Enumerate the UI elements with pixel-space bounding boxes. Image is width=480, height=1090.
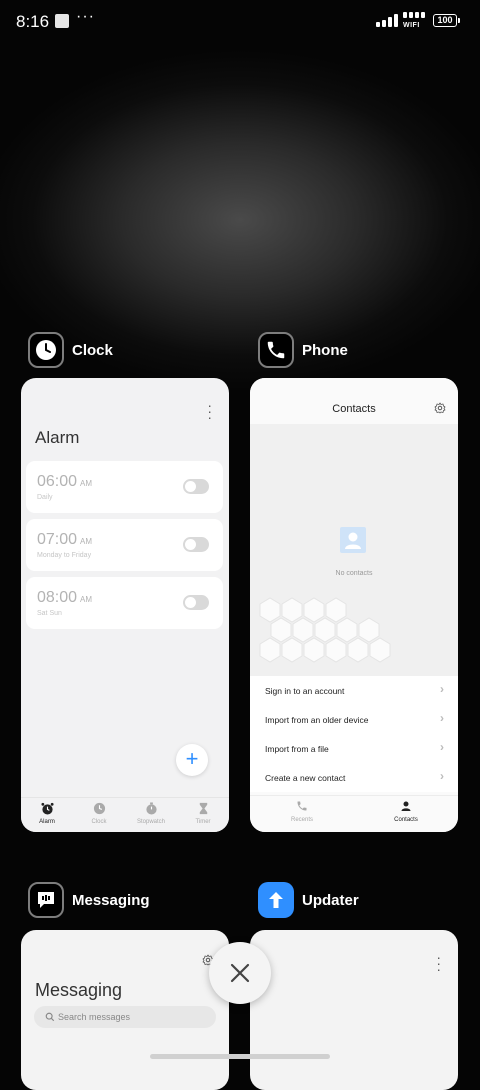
alarm-ampm: AM [80, 595, 93, 604]
contacts-empty-area: No contacts [250, 424, 458, 676]
alarm-row[interactable]: 07:00 AM Monday to Friday [26, 519, 223, 571]
contacts-header: Contacts [250, 378, 458, 424]
status-time: 8:16 [16, 12, 50, 31]
search-messages-input[interactable]: Search messages [34, 1006, 216, 1028]
contacts-title: Contacts [332, 403, 376, 415]
nav-label: Contacts [394, 817, 418, 823]
nav-timer[interactable]: Timer [177, 798, 229, 832]
alarm-row[interactable]: 08:00 AM Sat Sun [26, 577, 223, 629]
alarm-title: Alarm [35, 428, 80, 447]
app-title-phone: Phone [302, 341, 348, 359]
alarm-toggle[interactable] [183, 479, 209, 494]
search-icon [45, 1012, 55, 1022]
app-title-messaging: Messaging [72, 891, 150, 909]
clock-bottom-nav: Alarm Clock Stopwatch Timer [21, 797, 229, 832]
app-title-clock: Clock [72, 341, 113, 359]
sign-in-account-row[interactable]: Sign in to an account › [250, 676, 458, 705]
close-all-apps-button[interactable] [209, 942, 271, 1004]
alarm-time: 08:00 [37, 589, 78, 606]
create-contact-row[interactable]: Create a new contact › [250, 763, 458, 792]
import-older-device-row[interactable]: Import from an older device › [250, 705, 458, 734]
chevron-right-icon: › [440, 740, 444, 754]
notification-icon [55, 14, 69, 28]
chevron-right-icon: › [440, 711, 444, 725]
add-alarm-button[interactable]: + [176, 744, 208, 776]
signal-icon [376, 14, 398, 27]
clock-app-icon[interactable] [28, 332, 64, 368]
phone-app-icon[interactable] [258, 332, 294, 368]
list-row-label: Sign in to an account [265, 686, 345, 696]
app-header-phone[interactable]: Phone [258, 332, 348, 368]
more-notifications-icon: ··· [76, 8, 95, 25]
phone-app-card[interactable]: Contacts No contacts Sign in to an accou… [250, 378, 458, 832]
contact-placeholder-icon [340, 527, 366, 553]
clock-app-card[interactable]: · · · Alarm 06:00 AM Daily 07:00 AM Monday t… [21, 378, 229, 832]
nav-label: Timer [195, 819, 211, 825]
alarm-toggle[interactable] [183, 595, 209, 610]
clock-icon [36, 340, 56, 360]
alarm-repeat: Monday to Friday [37, 552, 92, 559]
app-header-clock[interactable]: Clock [28, 332, 113, 368]
hexagon-pattern-decoration [259, 597, 391, 663]
alarm-time: 07:00 [37, 531, 78, 548]
nav-contacts[interactable]: Contacts [354, 796, 458, 832]
messaging-app-icon[interactable] [28, 882, 64, 918]
search-placeholder: Search messages [58, 1012, 131, 1022]
nav-label: Alarm [39, 819, 55, 825]
alarm-time: 06:00 [37, 473, 78, 490]
alarm-ampm: AM [80, 537, 93, 546]
arrow-up-icon [269, 892, 283, 908]
list-row-label: Import from a file [265, 744, 329, 754]
alarm-icon [40, 802, 54, 815]
messaging-title: Messaging [35, 980, 123, 1000]
list-row-label: Import from an older device [265, 715, 369, 725]
settings-gear-icon[interactable] [434, 402, 446, 414]
updater-app-card[interactable]: · · · [250, 930, 458, 1090]
messaging-app-card[interactable]: Messaging Search messages [21, 930, 229, 1090]
alarm-ampm: AM [80, 479, 93, 488]
phone-bottom-nav: Recents Contacts [250, 795, 458, 832]
contacts-action-list: Sign in to an account › Import from an ol… [250, 676, 458, 792]
close-icon [230, 963, 250, 983]
nav-label: Clock [91, 819, 107, 825]
more-options-icon[interactable]: · · · [207, 398, 212, 424]
chevron-right-icon: › [440, 682, 444, 696]
more-options-icon[interactable]: · · · [436, 950, 441, 976]
nav-alarm[interactable]: Alarm [21, 798, 73, 832]
nav-label: Stopwatch [136, 819, 166, 825]
battery-icon: 100 [433, 14, 460, 27]
chevron-right-icon: › [440, 769, 444, 783]
chat-bubble-icon [38, 892, 54, 908]
alarm-toggle[interactable] [183, 537, 209, 552]
wifi-icon [403, 12, 425, 18]
nav-recents[interactable]: Recents [250, 796, 354, 832]
nav-clock[interactable]: Clock [73, 798, 125, 832]
stopwatch-icon [145, 802, 157, 815]
nav-stopwatch[interactable]: Stopwatch [125, 798, 177, 832]
app-header-messaging[interactable]: Messaging [28, 882, 150, 918]
hourglass-icon [199, 802, 207, 815]
nav-label: Recents [290, 817, 313, 823]
alarm-repeat: Sat Sun [37, 610, 62, 617]
phone-icon [267, 341, 285, 359]
home-indicator[interactable] [150, 1054, 330, 1059]
phone-icon [297, 801, 307, 811]
person-icon [401, 801, 411, 811]
updater-app-icon[interactable] [258, 882, 294, 918]
clock-icon [93, 802, 105, 815]
app-header-updater[interactable]: Updater [258, 882, 359, 918]
import-from-file-row[interactable]: Import from a file › [250, 734, 458, 763]
wifi-label: WIFI [403, 22, 420, 29]
status-bar: 8:16 ··· WIFI 100 [0, 0, 480, 44]
app-title-updater: Updater [302, 891, 359, 909]
alarm-row[interactable]: 06:00 AM Daily [26, 461, 223, 513]
alarm-repeat: Daily [37, 494, 53, 501]
no-contacts-text: No contacts [335, 570, 373, 577]
list-row-label: Create a new contact [265, 773, 346, 783]
